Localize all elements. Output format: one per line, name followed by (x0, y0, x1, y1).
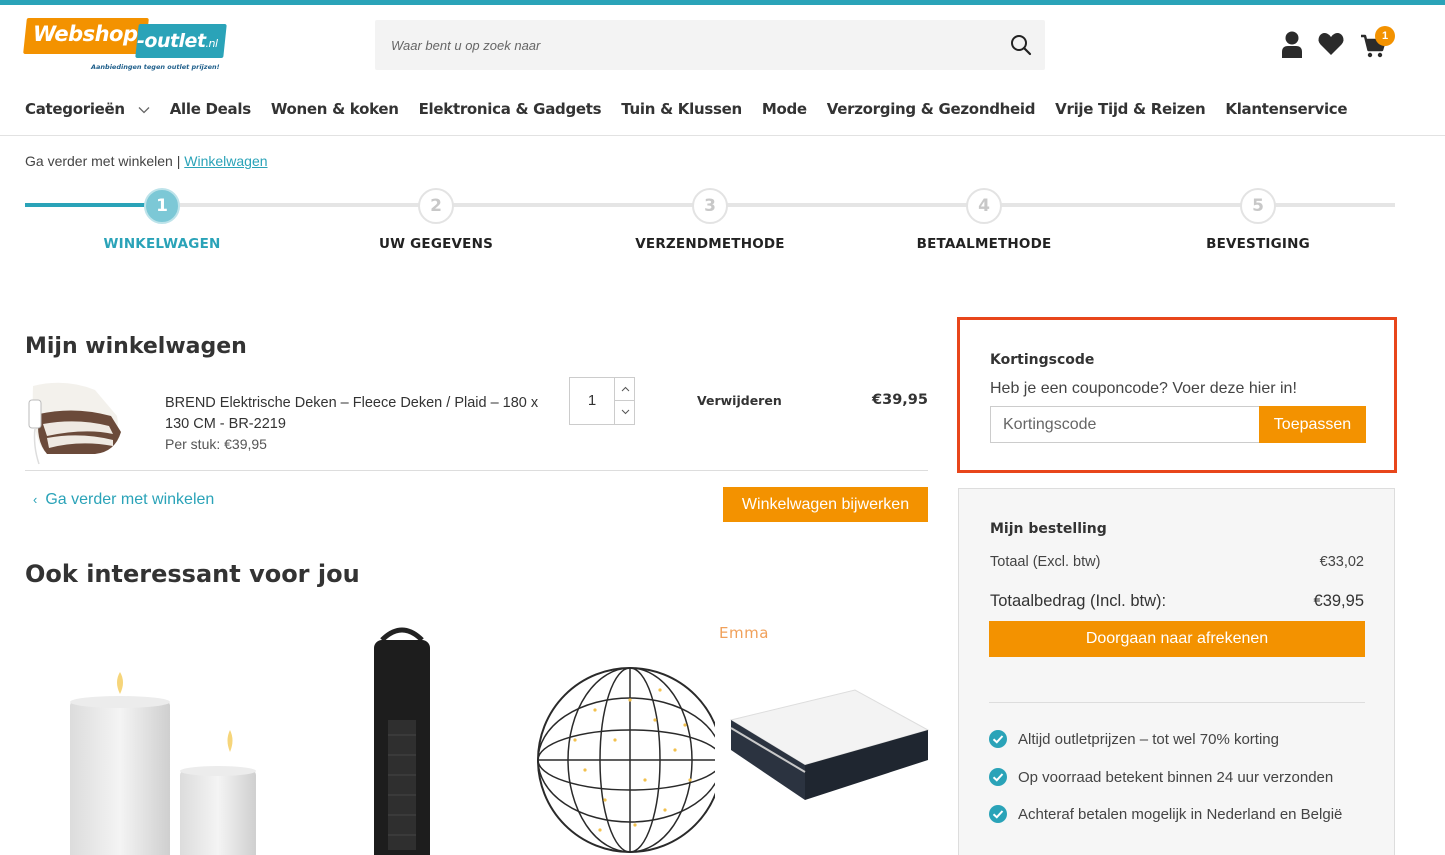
step-2-circle: 2 (418, 188, 454, 224)
usp-item: Achteraf betalen mogelijk in Nederland e… (989, 805, 1342, 823)
search-input[interactable] (375, 20, 995, 70)
nav-item-verzorging[interactable]: Verzorging & Gezondheid (827, 100, 1036, 124)
check-circle-icon (989, 768, 1007, 786)
recommendation-light-sphere[interactable] (535, 610, 715, 855)
coupon-title: Kortingscode (990, 352, 1095, 368)
subtotal-excl-value: €33,02 (1319, 554, 1364, 570)
apply-coupon-button[interactable]: Toepassen (1259, 406, 1366, 443)
check-circle-icon (989, 805, 1007, 823)
continue-shopping-link[interactable]: ‹ Ga verder met winkelen (33, 491, 214, 509)
product-name[interactable]: BREND Elektrische Deken – Fleece Deken /… (165, 393, 555, 435)
emma-logo: Emma (719, 624, 769, 642)
total-incl-label: Totaalbedrag (Incl. btw): (990, 592, 1167, 610)
nav-item-elektronica[interactable]: Elektronica & Gadgets (419, 100, 602, 124)
chevron-up-icon (621, 386, 629, 392)
nav-item-categories[interactable]: Categorieën (25, 100, 150, 124)
heart-icon[interactable] (1317, 30, 1345, 60)
coupon-box: Kortingscode Heb je een couponcode? Voer… (957, 317, 1397, 473)
site-logo[interactable]: Webshop -outlet.nl Aanbiedingen tegen ou… (23, 18, 227, 74)
recommendation-mattress[interactable]: Emma (715, 610, 930, 855)
quantity-input[interactable]: 1 (570, 378, 614, 424)
checkout-button[interactable]: Doorgaan naar afrekenen (989, 621, 1365, 657)
subtotal-excl-label: Totaal (Excl. btw) (990, 554, 1101, 570)
step-1-circle: 1 (144, 188, 180, 224)
order-summary: Mijn bestelling Totaal (Excl. btw) €33,0… (958, 488, 1395, 855)
search-icon[interactable] (1009, 33, 1033, 57)
breadcrumb-continue[interactable]: Ga verder met winkelen (25, 153, 173, 169)
usp-item: Altijd outletprijzen – tot wel 70% korti… (989, 730, 1279, 748)
nav-item-alle-deals[interactable]: Alle Deals (170, 100, 251, 124)
breadcrumb: Ga verder met winkelen | Winkelwagen (25, 153, 268, 169)
coupon-subtitle: Heb je een couponcode? Voer deze hier in… (990, 380, 1297, 397)
step-4-label: BETAALMETHODE (916, 236, 1052, 252)
nav-item-mode[interactable]: Mode (762, 100, 807, 124)
chevron-down-icon (138, 106, 150, 113)
quantity-stepper: 1 (569, 377, 635, 425)
logo-tagline: Aanbiedingen tegen outlet prijzen! (91, 63, 220, 71)
chevron-left-icon: ‹ (33, 492, 38, 507)
user-icon[interactable] (1279, 30, 1307, 60)
coupon-input[interactable] (990, 406, 1260, 443)
nav-divider (0, 135, 1445, 136)
recommendations-title: Ook interessant voor jou (25, 560, 360, 588)
update-cart-button[interactable]: Winkelwagen bijwerken (723, 487, 928, 522)
step-1-label: WINKELWAGEN (103, 236, 221, 252)
step-3-label: VERZENDMETHODE (635, 236, 785, 252)
logo-text-outlet: -outlet.nl (137, 30, 218, 52)
cart-title: Mijn winkelwagen (25, 334, 247, 359)
quantity-increase-button[interactable] (614, 378, 635, 401)
step-3-circle: 3 (692, 188, 728, 224)
step-5-circle: 5 (1240, 188, 1276, 224)
top-accent-bar (0, 0, 1445, 5)
remove-item-button[interactable]: Verwijderen (697, 393, 782, 408)
product-image[interactable] (25, 376, 125, 468)
check-circle-icon (989, 730, 1007, 748)
product-unit-price: Per stuk: €39,95 (165, 436, 267, 452)
quantity-decrease-button[interactable] (614, 401, 635, 424)
summary-title: Mijn bestelling (990, 521, 1107, 537)
nav-item-vrije-tijd[interactable]: Vrije Tijd & Reizen (1055, 100, 1206, 124)
usp-item: Op voorraad betekent binnen 24 uur verzo… (989, 768, 1333, 786)
cart-count-badge: 1 (1375, 26, 1395, 46)
nav-item-klantenservice[interactable]: Klantenservice (1225, 100, 1347, 124)
cart-divider (25, 470, 928, 471)
main-nav: Categorieën Alle Deals Wonen & koken Ele… (25, 100, 1367, 124)
breadcrumb-cart-link[interactable]: Winkelwagen (184, 153, 267, 169)
step-5-label: BEVESTIGING (1206, 236, 1310, 252)
logo-text-webshop: Webshop (33, 22, 138, 46)
recommendation-candles[interactable] (40, 610, 270, 855)
subtotal-excl-row: Totaal (Excl. btw) €33,02 (990, 554, 1364, 570)
nav-item-tuin-klussen[interactable]: Tuin & Klussen (621, 100, 742, 124)
total-incl-value: €39,95 (1313, 592, 1364, 610)
step-2-label: UW GEGEVENS (378, 236, 494, 252)
progress-track-active (25, 203, 162, 207)
chevron-down-icon (621, 409, 629, 415)
recommendation-heater[interactable] (300, 610, 530, 855)
line-total: €39,95 (872, 392, 928, 408)
search-bar (375, 20, 1045, 70)
nav-item-wonen-koken[interactable]: Wonen & koken (271, 100, 399, 124)
total-incl-row: Totaalbedrag (Incl. btw): €39,95 (990, 592, 1364, 611)
summary-divider (989, 702, 1365, 703)
step-4-circle: 4 (966, 188, 1002, 224)
